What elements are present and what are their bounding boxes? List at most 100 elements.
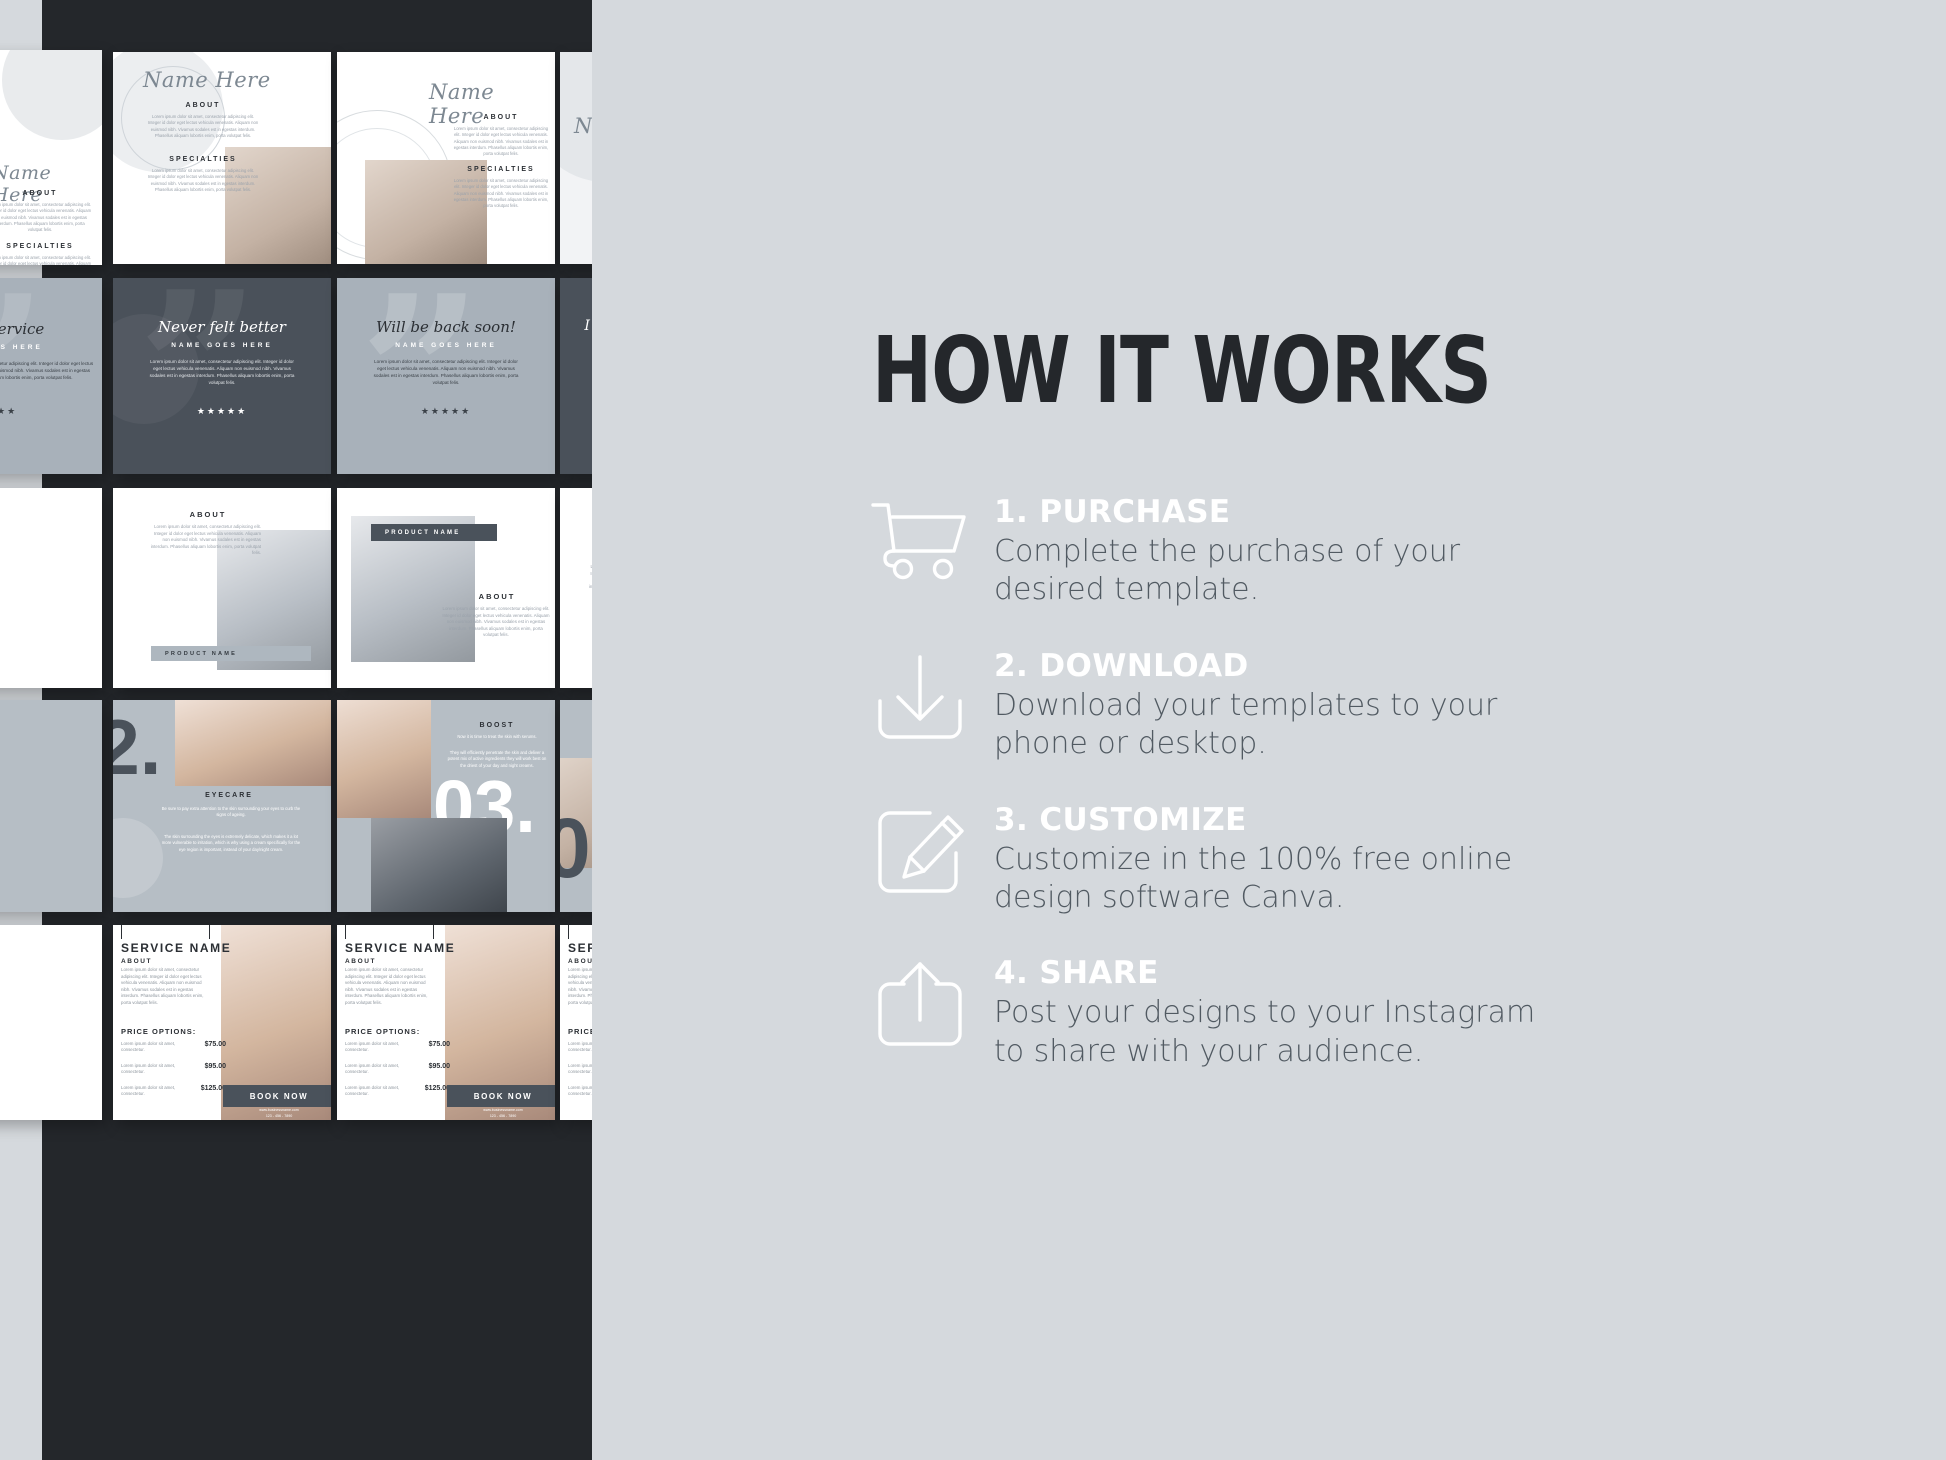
step-description: Post your designs to your Instagram to s…: [994, 995, 1536, 1069]
about-text: Lorem ipsum dolor sit amet, consectetur …: [345, 967, 428, 1006]
step-item-customize: 3. CUSTOMIZE Customize in the 100% free …: [864, 798, 1764, 918]
testimonial-body: Lorem ipsum dolor sit amet, consectetur …: [373, 359, 519, 386]
step-description: Customize in the 100% free online design…: [994, 841, 1513, 915]
service-phone: 123 - 456 - 7890: [265, 1114, 293, 1118]
testimonial-body: Lorem ipsum dolor sit amet, consectetur …: [0, 361, 94, 381]
template-card-product-1[interactable]: PRODUCT NAME ABOUT Lorem ipsum dolor sit…: [0, 488, 102, 688]
card-photo: [225, 147, 331, 264]
price-name: Lorem ipsum dolor sit amet, consectetur.: [345, 1085, 400, 1096]
page-title: HOW IT WORKS: [872, 317, 1492, 424]
share-upload-icon: [864, 951, 976, 1059]
step-title: 4. SHARE: [994, 955, 1159, 992]
testimonial-quote: Never felt better: [158, 318, 286, 336]
template-card-about-1[interactable]: Name Here ABOUT Lorem ipsum dolor sit am…: [0, 50, 102, 265]
step-item-share: 4. SHARE Post your designs to your Insta…: [864, 951, 1764, 1071]
card-specialties-text: Lorem ipsum dolor sit amet, consectetur …: [0, 255, 92, 265]
service-phone: 123 - 456 - 7890: [489, 1114, 517, 1118]
boost-body-2: They will efficiently penetrate the skin…: [447, 750, 547, 768]
template-card-service-1[interactable]: BOOK NOW: [0, 925, 102, 1120]
decorative-circle: [113, 818, 163, 898]
eyecare-body-1: Be sure to pay extra attention to the sk…: [161, 806, 301, 818]
product-name-label: PRODUCT NAME: [385, 529, 461, 536]
card-about-label: ABOUT: [185, 102, 221, 109]
testimonial-name: NAME GOES HERE: [395, 342, 497, 349]
template-card-service-3[interactable]: SERVICE NAME ABOUT Lorem ipsum dolor sit…: [337, 925, 555, 1120]
price-options-label: PRICE OPTIONS:: [121, 1027, 197, 1036]
template-card-product-2[interactable]: ABOUT Lorem ipsum dolor sit amet, consec…: [113, 488, 331, 688]
template-card-testimonial-3[interactable]: ” Will be back soon! NAME GOES HERE Lore…: [337, 278, 555, 474]
card-specialties-label: SPECIALTIES: [467, 166, 535, 173]
step-text-purchase: 1. PURCHASE Complete the purchase of you…: [994, 490, 1554, 610]
download-icon: [864, 644, 976, 752]
step-text-customize: 3. CUSTOMIZE Customize in the 100% free …: [994, 798, 1554, 918]
testimonial-body: Lorem ipsum dolor sit amet, consectetur …: [149, 359, 295, 386]
price-name: Lorem ipsum dolor sit amet, consectetur.: [121, 1041, 176, 1052]
template-card-step-eyecare[interactable]: 02. EYECARE Be sure to pay extra attenti…: [113, 700, 331, 912]
price-value: $75.00: [428, 1041, 450, 1048]
template-card-about-2[interactable]: Name Here ABOUT Lorem ipsum dolor sit am…: [113, 52, 331, 264]
template-card-service-2[interactable]: SERVICE NAME ABOUT Lorem ipsum dolor sit…: [113, 925, 331, 1120]
card-specialties-text: Lorem ipsum dolor sit amet, consectetur …: [453, 178, 549, 209]
card-name-label: Name Here: [143, 68, 271, 92]
template-card-testimonial-1[interactable]: ” Great Service NAME GOES HERE Lorem ips…: [0, 278, 102, 474]
divider-line: [209, 925, 210, 939]
about-label: ABOUT: [121, 958, 153, 965]
service-url: www.businessname.com: [483, 1108, 523, 1112]
steps-list: 1. PURCHASE Complete the purchase of you…: [864, 490, 1764, 1105]
price-row: Lorem ipsum dolor sit amet, consectetur.…: [345, 1063, 450, 1075]
step-title: 1. PURCHASE: [994, 494, 1231, 530]
about-text: Lorem ipsum dolor sit amet, consectetur …: [121, 967, 204, 1006]
book-now-button[interactable]: BOOK NOW: [447, 1085, 555, 1107]
testimonial-name: NAME GOES HERE: [171, 342, 273, 349]
template-card-testimonial-2[interactable]: ” Never felt better NAME GOES HERE Lorem…: [113, 278, 331, 474]
template-card-step-boost[interactable]: 03. BOOST Now it is time to treat the sk…: [337, 700, 555, 912]
card-specialties-label: SPECIALTIES: [169, 156, 237, 163]
step-photo: [337, 700, 431, 818]
step-description: Complete the purchase of your desired te…: [994, 534, 1461, 608]
how-it-works-panel: HOW IT WORKS 1. PURCHASE Complete the pu…: [592, 0, 1946, 1460]
book-now-label: BOOK NOW: [473, 1091, 533, 1101]
eyecare-label: EYECARE: [205, 792, 253, 799]
price-row: Lorem ipsum dolor sit amet, consectetur.…: [345, 1085, 450, 1097]
template-card-about-3[interactable]: Name Here ABOUT Lorem ipsum dolor sit am…: [337, 52, 555, 264]
product-name-bar: PRODUCT NAME: [151, 646, 311, 661]
about-label: ABOUT: [345, 958, 377, 965]
divider-line: [433, 925, 434, 939]
book-now-button[interactable]: BOOK NOW: [223, 1085, 331, 1107]
service-url: www.businessname.com: [259, 1108, 299, 1112]
step-photo: [175, 700, 331, 786]
divider-line: [568, 925, 569, 939]
price-name: Lorem ipsum dolor sit amet, consectetur.: [345, 1063, 400, 1074]
testimonial-stars: ★★★★★: [196, 406, 248, 416]
card-about-text: Lorem ipsum dolor sit amet, consectetur …: [147, 114, 259, 138]
divider-line: [121, 925, 122, 939]
card-about-text: Lorem ipsum dolor sit amet, consectetur …: [0, 202, 92, 233]
template-card-step-toner[interactable]: TONER Be sure to pay extra attention to …: [0, 700, 102, 912]
testimonial-quote: Great Service: [0, 320, 45, 338]
step-title: 2. DOWNLOAD: [994, 647, 1249, 684]
price-options-label: PRICE OPTIONS:: [345, 1027, 421, 1036]
price-value: $75.00: [204, 1041, 226, 1048]
step-item-download: 2. DOWNLOAD Download your templates to y…: [864, 644, 1764, 764]
step-title: 3. CUSTOMIZE: [994, 801, 1247, 838]
price-value: $95.00: [428, 1063, 450, 1070]
template-card-product-3[interactable]: PRODUCT NAME ABOUT Lorem ipsum dolor sit…: [337, 488, 555, 688]
card-name-label: Name Here: [0, 162, 52, 206]
shopping-cart-icon: [864, 490, 976, 598]
price-row: Lorem ipsum dolor sit amet, consectetur.…: [121, 1085, 226, 1097]
step-text-download: 2. DOWNLOAD Download your templates to y…: [994, 644, 1554, 764]
step-text-share: 4. SHARE Post your designs to your Insta…: [994, 951, 1554, 1071]
divider-line: [345, 925, 346, 939]
card-about-text: Lorem ipsum dolor sit amet, consectetur …: [453, 126, 549, 157]
pencil-edit-icon: [864, 798, 976, 906]
decorative-circle: [2, 50, 102, 140]
product-name-label: PRODUCT NAME: [165, 650, 238, 657]
price-name: Lorem ipsum dolor sit amet, consectetur.: [345, 1041, 400, 1052]
step-photo-2: [371, 818, 507, 912]
about-text: Lorem ipsum dolor sit amet, consectetur …: [150, 524, 261, 556]
step-number-02: 02.: [113, 703, 162, 791]
price-row: Lorem ipsum dolor sit amet, consectetur.…: [345, 1041, 450, 1053]
card-specialties-text: Lorem ipsum dolor sit amet, consectetur …: [147, 168, 259, 192]
price-row: Lorem ipsum dolor sit amet, consectetur.…: [121, 1041, 226, 1053]
testimonial-stars: ★★★★★: [420, 406, 472, 416]
